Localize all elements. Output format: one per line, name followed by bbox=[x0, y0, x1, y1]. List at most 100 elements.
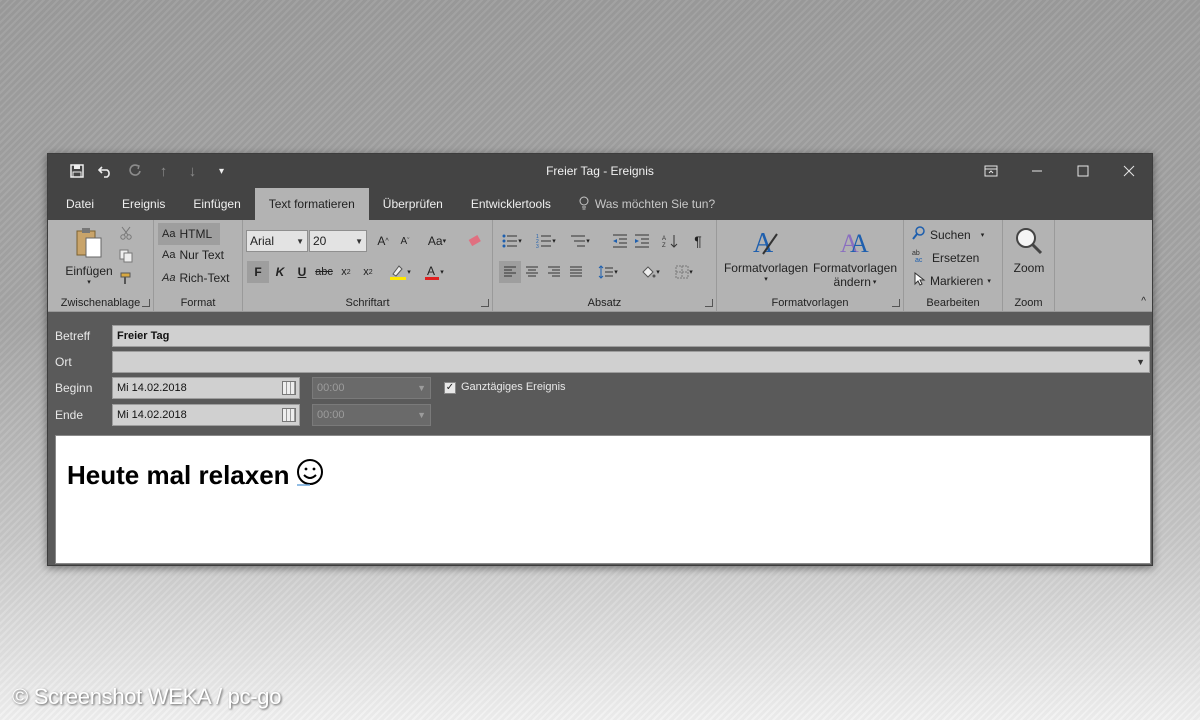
end-date-input[interactable]: Mi 14.02.2018 bbox=[112, 404, 300, 426]
group-format: Aa HTML Aa Nur Text Aa Rich-Text Format bbox=[154, 220, 243, 312]
group-editing: Suchen ▾ ab ac Ersetzen Markieren ▾ Bearb… bbox=[904, 220, 1003, 312]
borders-icon[interactable]: ▾ bbox=[669, 261, 699, 283]
group-clipboard: Einfügen ▾ Zwischenablage bbox=[48, 220, 154, 312]
group-label-paragraph: Absatz bbox=[587, 297, 622, 309]
group-font: Arial ▼ 20 ▼ A ^ Aˇ Aa ▾ F K U abc x2 x2 ▾ bbox=[243, 220, 493, 312]
tab-entwicklertools[interactable]: Entwicklertools bbox=[457, 188, 565, 220]
cursor-icon bbox=[912, 271, 926, 289]
svg-text:3: 3 bbox=[536, 244, 539, 248]
subject-input[interactable]: Freier Tag bbox=[112, 325, 1150, 347]
numbering-icon[interactable]: 1 2 3 ▾ bbox=[531, 230, 561, 252]
shrink-font-icon[interactable]: Aˇ bbox=[394, 230, 416, 252]
tab-ueberpruefen[interactable]: Überprüfen bbox=[369, 188, 457, 220]
body-editor[interactable]: Heute mal relaxen bbox=[55, 435, 1151, 564]
font-family-select[interactable]: Arial ▼ bbox=[246, 230, 308, 252]
subscript-icon[interactable]: x2 bbox=[335, 261, 357, 283]
chevron-down-icon[interactable]: ▼ bbox=[1136, 357, 1145, 367]
calendar-icon[interactable] bbox=[282, 381, 296, 395]
replace-icon: ab ac bbox=[912, 249, 928, 266]
replace-button[interactable]: ab ac Ersetzen bbox=[912, 249, 979, 266]
clear-formatting-icon[interactable] bbox=[464, 230, 486, 252]
tab-datei[interactable]: Datei bbox=[52, 188, 108, 220]
group-label-editing: Bearbeiten bbox=[926, 297, 980, 309]
underline-icon[interactable]: U bbox=[291, 261, 313, 283]
bold-icon[interactable]: F bbox=[247, 261, 269, 283]
tab-einfuegen[interactable]: Einfügen bbox=[179, 188, 254, 220]
lightbulb-icon bbox=[579, 196, 589, 213]
format-painter-icon[interactable] bbox=[119, 271, 133, 285]
all-day-checkbox[interactable]: ✓ bbox=[444, 382, 456, 394]
decrease-indent-icon[interactable] bbox=[609, 230, 631, 252]
justify-icon[interactable] bbox=[565, 261, 587, 283]
chevron-down-icon: ▼ bbox=[355, 236, 363, 246]
clipboard-launcher-icon[interactable] bbox=[142, 299, 150, 307]
tab-ereignis[interactable]: Ereignis bbox=[108, 188, 179, 220]
rich-label: Rich-Text bbox=[179, 271, 230, 285]
close-icon[interactable] bbox=[1106, 154, 1152, 188]
paste-label: Einfügen bbox=[65, 264, 113, 278]
cut-icon[interactable] bbox=[119, 226, 133, 240]
highlight-color-icon[interactable]: ▾ bbox=[385, 261, 415, 283]
sort-icon[interactable]: AZ bbox=[659, 230, 681, 252]
end-label: Ende bbox=[55, 408, 84, 422]
minimize-icon[interactable] bbox=[1014, 154, 1060, 188]
paste-button[interactable]: Einfügen ▾ bbox=[62, 226, 116, 286]
plain-label: Nur Text bbox=[179, 248, 224, 262]
align-center-icon[interactable] bbox=[521, 261, 543, 283]
line-spacing-icon[interactable]: ▾ bbox=[593, 261, 623, 283]
calendar-icon[interactable] bbox=[282, 408, 296, 422]
chevron-down-icon: ▾ bbox=[980, 231, 985, 239]
strikethrough-icon[interactable]: abc bbox=[313, 261, 335, 283]
shading-icon[interactable]: ▾ bbox=[635, 261, 665, 283]
group-styles: A Formatvorlagen ▾ AA Formatvorlagen änd… bbox=[717, 220, 904, 312]
select-button[interactable]: Markieren ▾ bbox=[912, 271, 991, 289]
change-case-icon[interactable]: Aa ▾ bbox=[423, 230, 451, 252]
title-bar: ↑ ↓ ▾ Freier Tag - Ereignis bbox=[48, 154, 1152, 188]
aa-icon: Aa bbox=[162, 249, 176, 261]
pilcrow-icon[interactable]: ¶ bbox=[687, 230, 709, 252]
find-button[interactable]: Suchen ▾ bbox=[912, 226, 984, 243]
italic-icon[interactable]: K bbox=[269, 261, 291, 283]
format-rich-button[interactable]: Aa Rich-Text bbox=[162, 271, 229, 285]
tab-text-formatieren[interactable]: Text formatieren bbox=[254, 188, 369, 220]
chevron-down-icon: ▾ bbox=[987, 277, 991, 285]
ribbon-display-icon[interactable] bbox=[968, 154, 1014, 188]
styles-launcher-icon[interactable] bbox=[892, 299, 900, 307]
group-label-zoom: Zoom bbox=[1014, 297, 1043, 309]
aa-icon: Aa bbox=[162, 272, 176, 284]
end-time-select: 00:00 ▼ bbox=[312, 404, 431, 426]
multilevel-list-icon[interactable]: ▾ bbox=[565, 230, 595, 252]
format-html-button[interactable]: Aa HTML bbox=[158, 223, 220, 245]
tell-me-box[interactable]: Was möchten Sie tun? bbox=[565, 188, 715, 220]
bullets-icon[interactable]: ▾ bbox=[497, 230, 527, 252]
zoom-label: Zoom bbox=[1013, 261, 1045, 275]
font-launcher-icon[interactable] bbox=[481, 299, 489, 307]
chevron-down-icon: ▼ bbox=[417, 410, 426, 420]
format-plain-button[interactable]: Aa Nur Text bbox=[162, 248, 224, 262]
collapse-ribbon-icon[interactable]: ^ bbox=[1141, 296, 1146, 307]
paragraph-launcher-icon[interactable] bbox=[705, 299, 713, 307]
start-date-value: Mi 14.02.2018 bbox=[117, 382, 187, 394]
copy-icon[interactable] bbox=[119, 249, 133, 263]
maximize-icon[interactable] bbox=[1060, 154, 1106, 188]
find-label: Suchen bbox=[930, 227, 971, 242]
change-styles-label-2-text: ändern bbox=[833, 275, 871, 289]
grow-font-icon[interactable]: A ^ bbox=[372, 230, 394, 252]
change-styles-button[interactable]: AA Formatvorlagen ändern ▾ bbox=[811, 226, 899, 289]
window-controls bbox=[968, 154, 1152, 188]
increase-indent-icon[interactable] bbox=[631, 230, 653, 252]
location-input[interactable]: ▼ bbox=[112, 351, 1150, 373]
aa-icon: Aa bbox=[162, 228, 176, 240]
font-size-select[interactable]: 20 ▼ bbox=[309, 230, 367, 252]
styles-button[interactable]: A Formatvorlagen ▾ bbox=[723, 226, 809, 283]
align-left-icon[interactable] bbox=[499, 261, 521, 283]
zoom-button[interactable]: Zoom bbox=[1009, 226, 1049, 275]
styles-icon: A bbox=[751, 226, 781, 261]
font-color-icon[interactable]: A ▾ bbox=[419, 261, 449, 283]
superscript-icon[interactable]: x2 bbox=[357, 261, 379, 283]
find-icon bbox=[912, 226, 926, 243]
start-date-input[interactable]: Mi 14.02.2018 bbox=[112, 377, 300, 399]
align-right-icon[interactable] bbox=[543, 261, 565, 283]
start-time-value: 00:00 bbox=[317, 382, 345, 394]
group-label-clipboard: Zwischenablage bbox=[60, 297, 141, 309]
